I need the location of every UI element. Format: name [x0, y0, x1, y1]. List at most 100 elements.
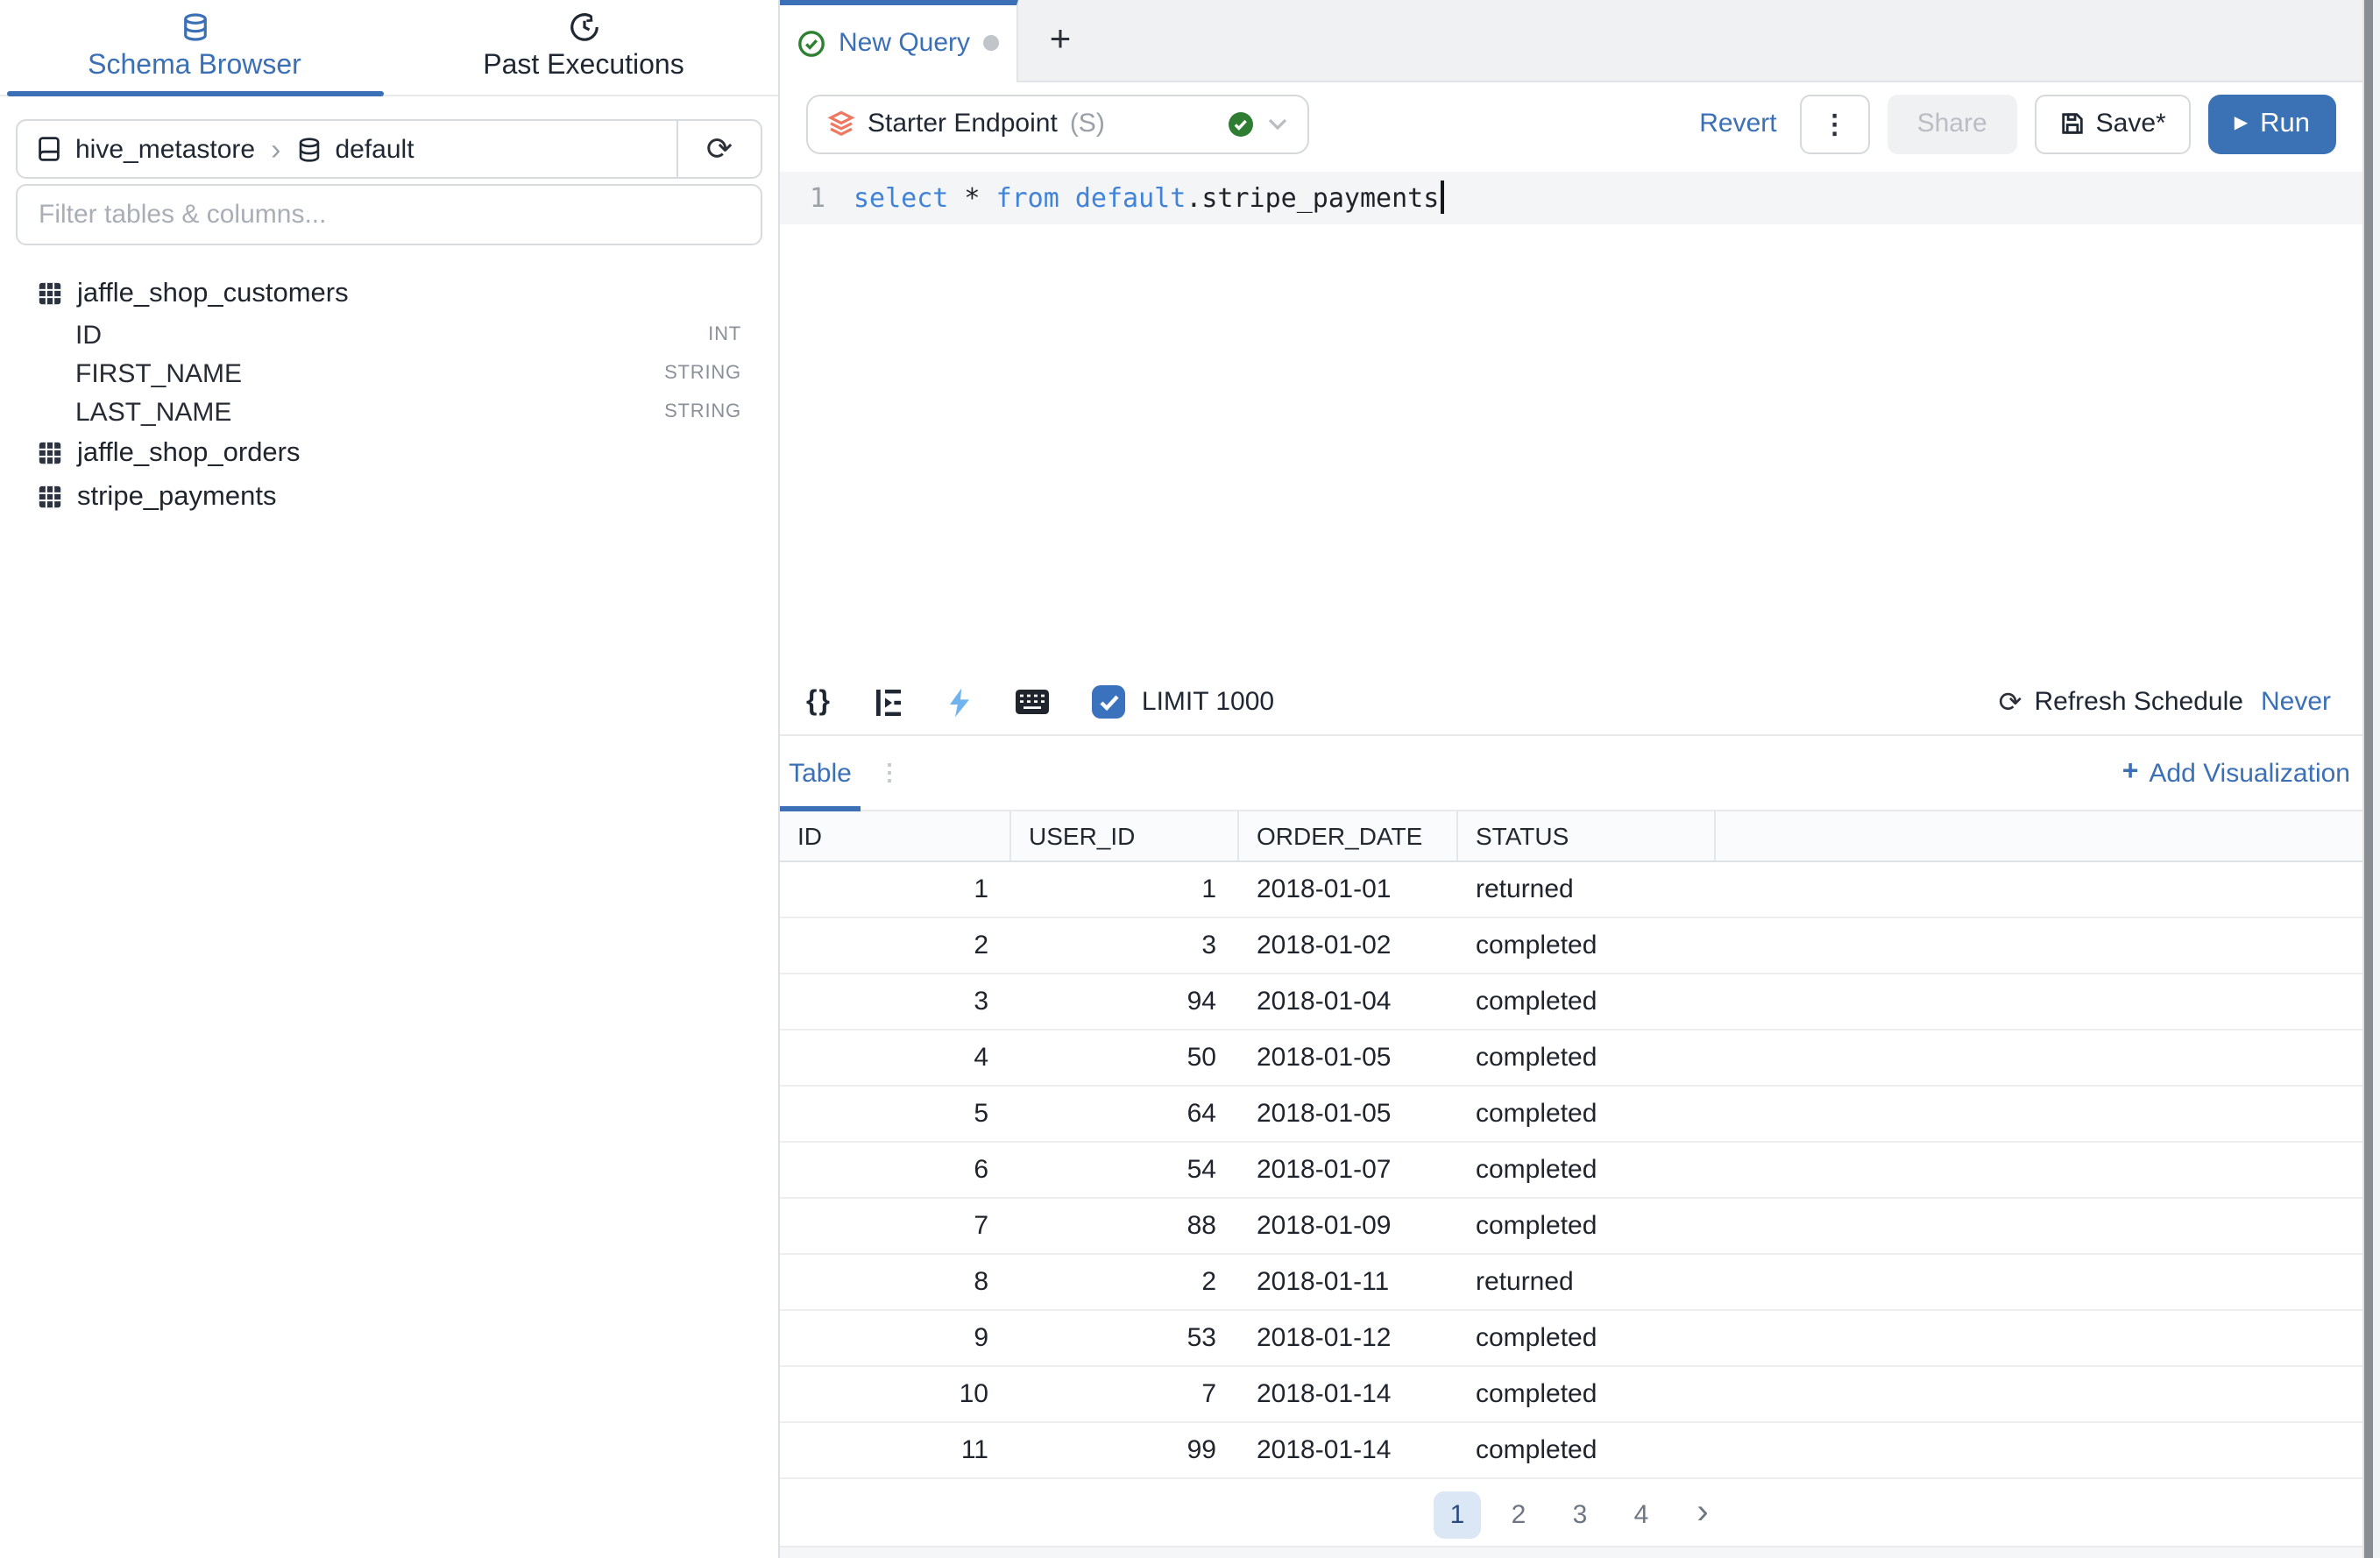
table-cell: completed — [1458, 1199, 1716, 1253]
vertical-scrollbar[interactable] — [2362, 0, 2380, 1558]
sql-endpoint-icon — [827, 109, 855, 138]
database-icon — [180, 12, 209, 42]
column-header-order-date[interactable]: ORDER_DATE — [1239, 811, 1458, 860]
query-toolbar: Starter Endpoint (S) Revert ⋮ — [780, 82, 2380, 166]
page-button-1[interactable]: 1 — [1434, 1491, 1481, 1538]
table-cell: 2018-01-09 — [1239, 1199, 1458, 1253]
more-options-button[interactable]: ⋮ — [1800, 94, 1870, 153]
next-page-button[interactable]: › — [1679, 1491, 1726, 1538]
endpoint-size: (S) — [1070, 109, 1105, 138]
page-button-2[interactable]: 2 — [1495, 1491, 1542, 1538]
table-cell-filler — [1716, 1143, 2380, 1197]
new-tab-button[interactable]: + — [1018, 0, 1102, 81]
results-tab-kebab-icon[interactable]: ⋮ — [878, 760, 901, 788]
filter-input[interactable] — [18, 200, 761, 230]
table-cell: 6 — [780, 1143, 1011, 1197]
breadcrumb: hive_metastore › default — [18, 134, 676, 164]
add-visualization-label: Add Visualization — [2149, 759, 2350, 789]
save-button[interactable]: Save* — [2035, 94, 2191, 153]
table-cell-filler — [1716, 974, 2380, 1029]
tab-past-executions-label: Past Executions — [483, 51, 684, 82]
table-cell: completed — [1458, 1143, 1716, 1197]
column-item[interactable]: FIRST_NAME STRING — [16, 354, 762, 393]
limit-label[interactable]: LIMIT 1000 — [1142, 688, 1274, 718]
query-tabstrip: New Query + — [780, 0, 2380, 82]
table-cell: 3 — [780, 974, 1011, 1029]
run-button[interactable]: ▶ Run — [2208, 94, 2336, 153]
keyboard-shortcuts-icon[interactable] — [1016, 690, 1051, 716]
catalog-icon — [35, 135, 63, 163]
table-cell: 53 — [1011, 1311, 1239, 1365]
results-tab-table[interactable]: Table — [780, 759, 861, 789]
table-item-jaffle-shop-customers[interactable]: jaffle_shop_customers — [16, 272, 762, 315]
refresh-schedule-value[interactable]: Never — [2261, 688, 2331, 718]
table-cell-filler — [1716, 1255, 2380, 1309]
table-cell: 1 — [780, 862, 1011, 917]
lightning-icon[interactable] — [947, 687, 974, 719]
plus-icon: + — [2122, 760, 2139, 788]
limit-checkbox[interactable] — [1093, 686, 1126, 719]
table-cell: 2018-01-02 — [1239, 918, 1458, 973]
table-cell: completed — [1458, 918, 1716, 973]
table-cell: 4 — [780, 1030, 1011, 1085]
table-cell: 8 — [780, 1255, 1011, 1309]
indent-icon[interactable] — [874, 687, 905, 719]
refresh-icon: ⟳ — [706, 131, 733, 167]
page-button-3[interactable]: 3 — [1556, 1491, 1604, 1538]
kebab-icon: ⋮ — [1822, 108, 1848, 139]
breadcrumb-schema[interactable]: default — [335, 134, 414, 164]
table-cell: returned — [1458, 862, 1716, 917]
sql-query-editor-app: Schema Browser Past Executions — [0, 0, 2380, 1558]
page-button-4[interactable]: 4 — [1618, 1491, 1665, 1538]
table-cell-filler — [1716, 918, 2380, 973]
table-cell: completed — [1458, 1423, 1716, 1477]
refresh-schedule-label: Refresh Schedule — [2034, 688, 2243, 718]
table-name: stripe_payments — [77, 481, 276, 513]
save-floppy-icon — [2059, 110, 2086, 137]
table-cell: 50 — [1011, 1030, 1239, 1085]
column-item[interactable]: ID INT — [16, 315, 762, 354]
results-tab-underline — [780, 806, 861, 811]
table-cell: 2018-01-05 — [1239, 1030, 1458, 1085]
refresh-schedule-icon: ⟳ — [1999, 685, 2022, 720]
table-cell: completed — [1458, 1087, 1716, 1141]
table-item-stripe-payments[interactable]: stripe_payments — [16, 475, 762, 519]
scrollbar-thumb[interactable] — [2364, 0, 2373, 1558]
column-header-id[interactable]: ID — [780, 811, 1011, 860]
table-cell: 2 — [780, 918, 1011, 973]
add-visualization-button[interactable]: + Add Visualization — [2122, 759, 2350, 789]
code-line[interactable]: select * from default.stripe_payments — [854, 181, 1444, 214]
tab-schema-browser[interactable]: Schema Browser — [0, 0, 389, 95]
table-cell-filler — [1716, 1199, 2380, 1253]
table-item-jaffle-shop-orders[interactable]: jaffle_shop_orders — [16, 431, 762, 475]
limit-toggle[interactable]: LIMIT 1000 — [1093, 686, 1274, 719]
table-grid-icon — [37, 440, 63, 466]
table-cell: 2018-01-12 — [1239, 1311, 1458, 1365]
format-query-button[interactable]: {} — [806, 687, 832, 719]
table-name: jaffle_shop_orders — [77, 437, 301, 469]
table-cell: 99 — [1011, 1423, 1239, 1477]
breadcrumb-separator-icon: › — [267, 134, 284, 164]
refresh-schema-button[interactable]: ⟳ — [676, 121, 761, 177]
share-button[interactable]: Share — [1888, 94, 2017, 153]
revert-button[interactable]: Revert — [1699, 109, 1776, 138]
column-header-user-id[interactable]: USER_ID — [1011, 811, 1239, 860]
sql-editor[interactable]: 1 select * from default.stripe_payments — [780, 166, 2380, 670]
endpoint-selector[interactable]: Starter Endpoint (S) — [806, 94, 1309, 153]
query-saved-check-icon — [798, 30, 826, 58]
tab-past-executions[interactable]: Past Executions — [389, 0, 778, 95]
column-item[interactable]: LAST_NAME STRING — [16, 393, 762, 431]
sidebar: Schema Browser Past Executions — [0, 0, 780, 1558]
table-cell-filler — [1716, 1087, 2380, 1141]
play-icon: ▶ — [2235, 115, 2248, 132]
breadcrumb-catalog[interactable]: hive_metastore — [75, 134, 255, 164]
column-type: STRING — [664, 401, 741, 422]
schema-browser-panel: hive_metastore › default ⟳ — [0, 96, 778, 1558]
table-cell: 2018-01-14 — [1239, 1423, 1458, 1477]
results-table-body: 112018-01-01returned232018-01-02complete… — [780, 862, 2380, 1479]
editor-active-line[interactable]: 1 select * from default.stripe_payments — [780, 171, 2380, 223]
column-header-status[interactable]: STATUS — [1458, 811, 1716, 860]
table-cell: completed — [1458, 974, 1716, 1029]
sidebar-tabs: Schema Browser Past Executions — [0, 0, 778, 96]
tab-new-query[interactable]: New Query — [780, 0, 1018, 82]
